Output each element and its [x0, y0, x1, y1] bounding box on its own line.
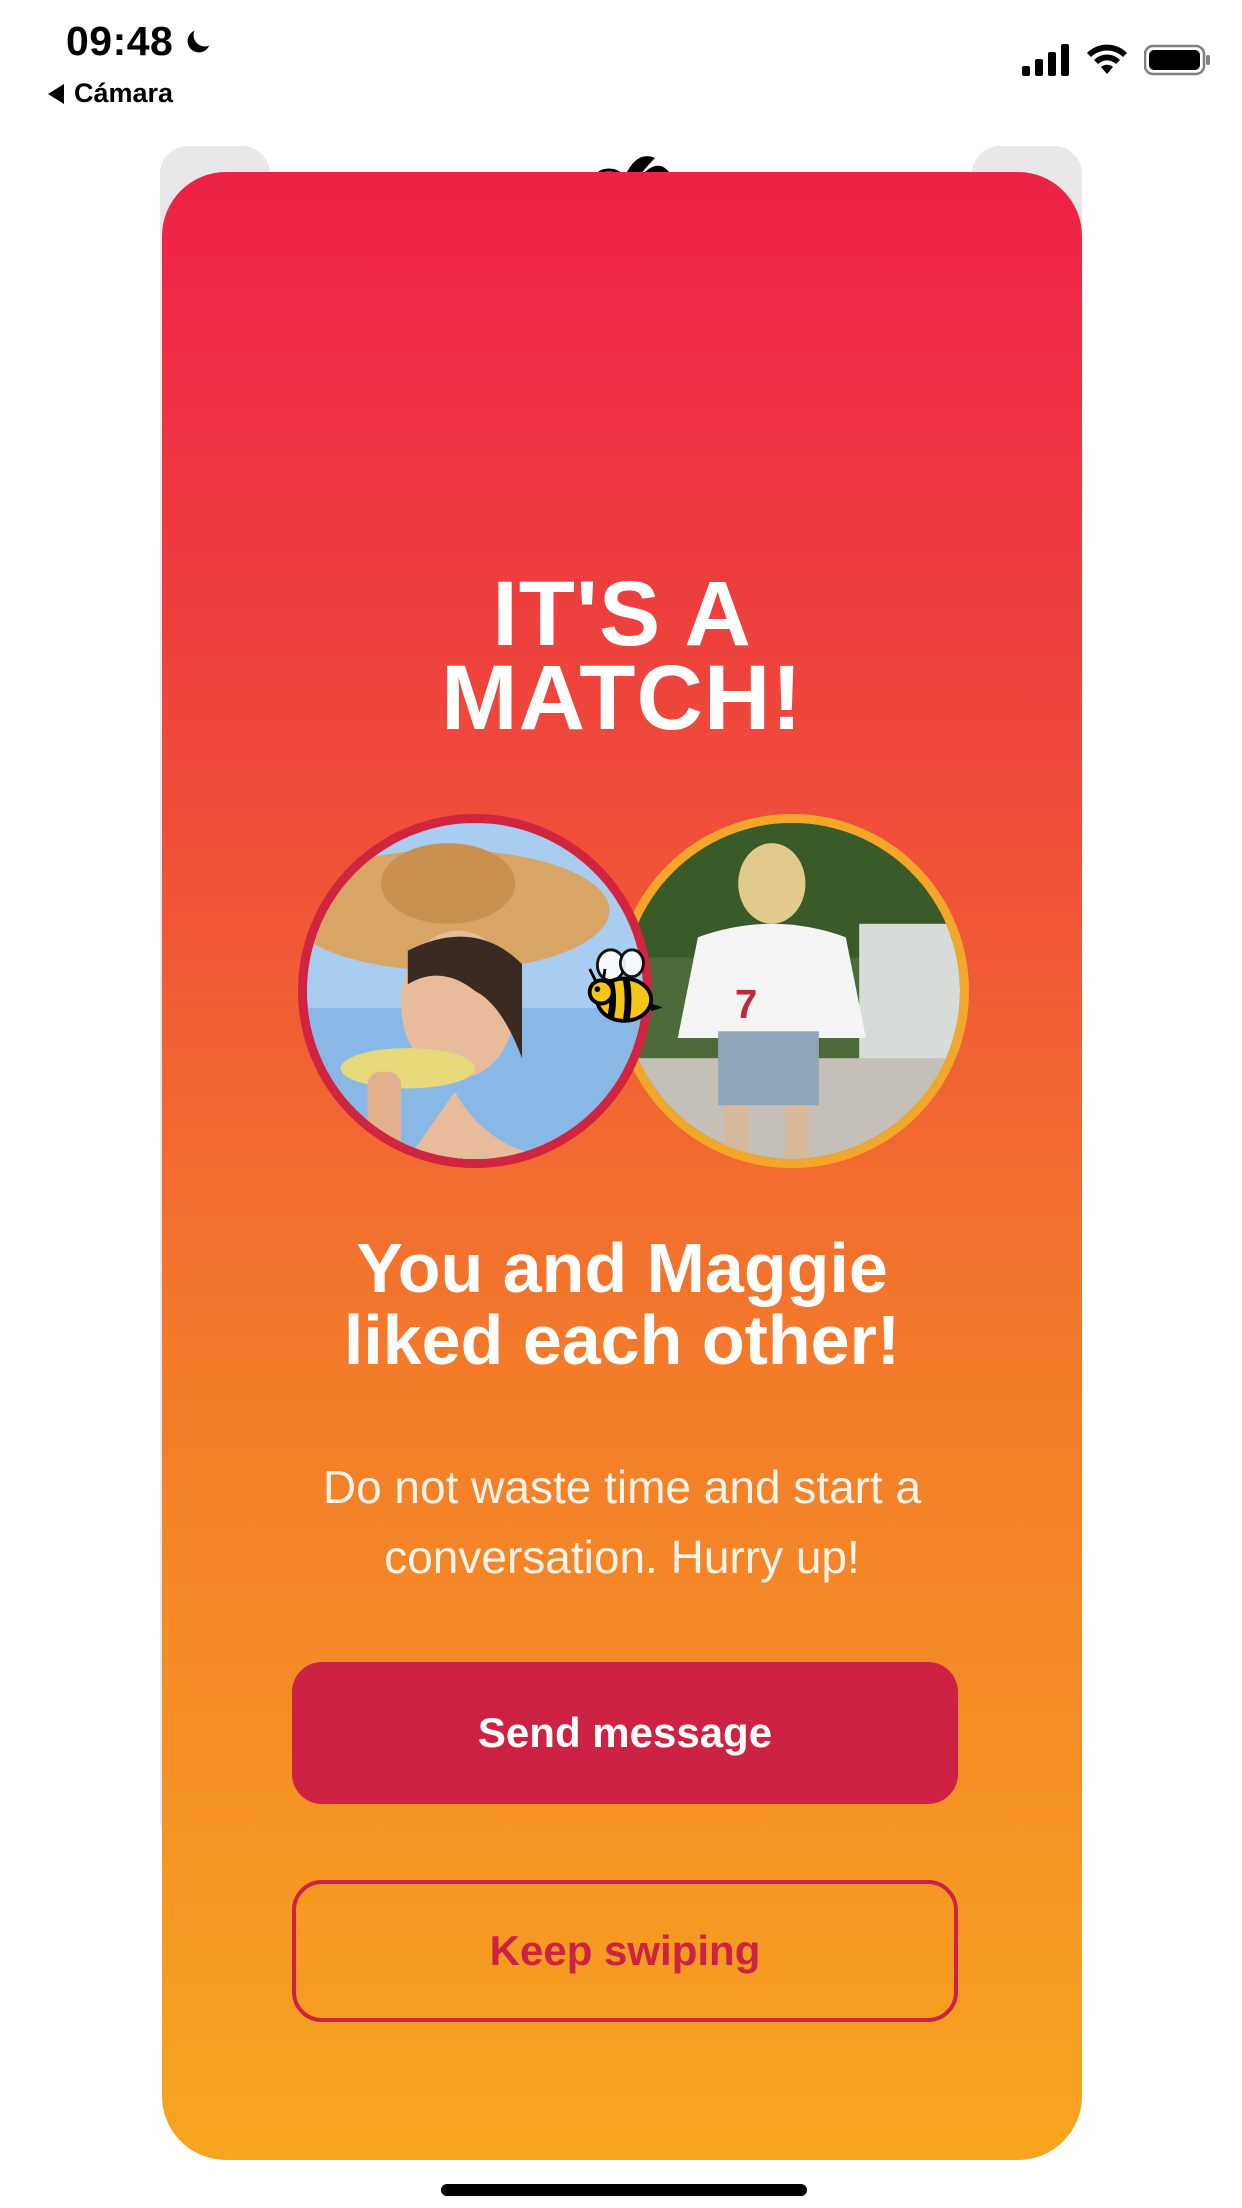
match-screen: 09:48 Cámara IT'S A MATCH! 7 You and Mag…	[0, 0, 1242, 2208]
svg-text:7: 7	[735, 981, 757, 1027]
back-app-label: Cámara	[74, 78, 174, 108]
keep-swiping-button[interactable]: Keep swiping	[292, 1880, 958, 2022]
status-icons	[1022, 44, 1212, 76]
match-title: IT'S A MATCH!	[162, 563, 1082, 749]
match-card: IT'S A MATCH! 7 You and Maggie liked eac…	[162, 172, 1082, 2160]
battery-icon	[1144, 44, 1210, 76]
signal-icon	[1022, 44, 1069, 76]
description-line-2: conversation. Hurry up!	[384, 1531, 860, 1583]
bee-icon	[587, 948, 663, 1023]
match-subtitle: You and Maggie liked each other!	[162, 1232, 1082, 1376]
subtitle-line-1: You and Maggie	[356, 1229, 888, 1307]
back-to-app[interactable]: Cámara	[48, 78, 173, 109]
description-line-1: Do not waste time and start a	[322, 1461, 922, 1513]
home-indicator[interactable]	[441, 2184, 807, 2196]
wifi-icon	[1087, 44, 1127, 74]
status-time: 09:48	[66, 18, 215, 65]
match-description: Do not waste time and start a conversati…	[222, 1452, 1022, 1592]
moon-icon	[187, 30, 210, 52]
send-message-button[interactable]: Send message	[292, 1662, 958, 1804]
title-line-2: MATCH!	[441, 647, 803, 749]
title-line-1: IT'S A	[492, 563, 752, 665]
time-text: 09:48	[66, 18, 174, 64]
matched-photos: 7	[162, 814, 1082, 1174]
subtitle-line-2: liked each other!	[343, 1301, 901, 1379]
back-arrow-icon	[48, 83, 64, 104]
